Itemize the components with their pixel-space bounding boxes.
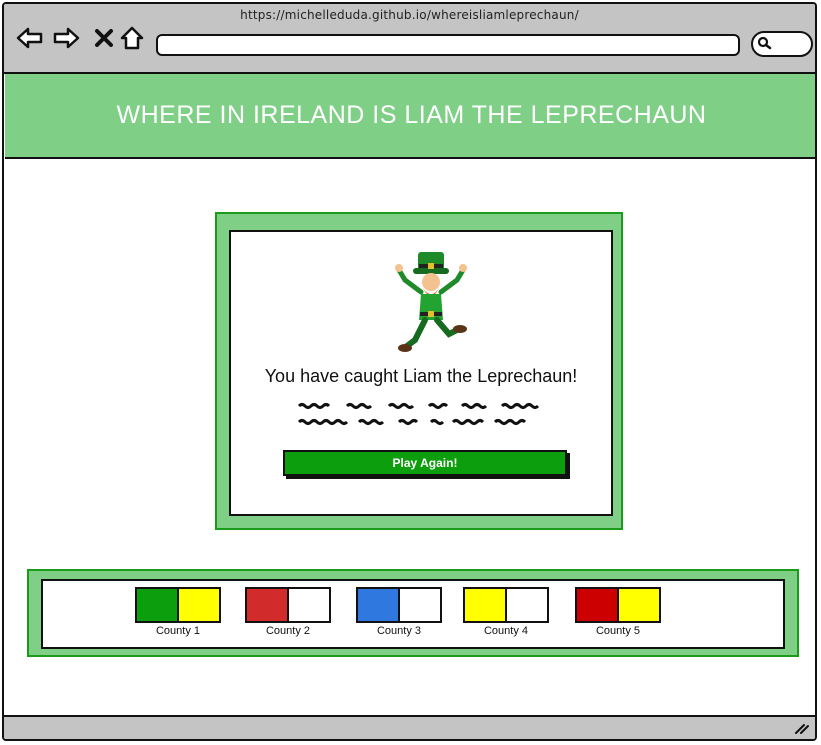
county-3[interactable]: County 3 (356, 587, 442, 637)
county-3-label: County 3 (376, 625, 422, 637)
page-title: WHERE IN IRELAND IS LIAM THE LEPRECHAUN (116, 101, 707, 129)
play-again-button[interactable]: Play Again! (283, 450, 567, 476)
url-text[interactable]: https://michelleduda.github.io/whereisli… (4, 8, 815, 22)
back-arrow-icon[interactable] (16, 24, 44, 52)
county-legend-content: County 1 County 2 County 3 County 4 Coun… (41, 579, 785, 649)
county-2-color-a (247, 589, 287, 621)
browser-toolbar: https://michelleduda.github.io/whereisli… (4, 4, 815, 74)
county-4-label: County 4 (483, 625, 529, 637)
browser-window: https://michelleduda.github.io/whereisli… (2, 2, 817, 741)
county-1-color-b (177, 589, 219, 621)
win-modal: You have caught Liam the Leprechaun! Pla… (215, 212, 623, 530)
county-5-label: County 5 (595, 625, 641, 637)
win-modal-content: You have caught Liam the Leprechaun! Pla… (229, 230, 613, 516)
county-5-color-a (577, 589, 617, 621)
county-1[interactable]: County 1 (135, 587, 221, 637)
search-icon (757, 36, 772, 50)
county-4-color-b (505, 589, 547, 621)
address-bar[interactable] (156, 34, 740, 56)
county-2-color-b (287, 589, 329, 621)
county-4-color-a (465, 589, 505, 621)
county-2[interactable]: County 2 (245, 587, 331, 637)
county-5[interactable]: County 5 (575, 587, 661, 637)
county-2-label: County 2 (265, 625, 311, 637)
county-3-swatch (356, 587, 442, 623)
win-message: You have caught Liam the Leprechaun! (264, 366, 578, 386)
county-1-swatch (135, 587, 221, 623)
county-5-color-b (617, 589, 659, 621)
close-icon[interactable] (90, 24, 118, 52)
forward-arrow-icon[interactable] (52, 24, 80, 52)
placeholder-text-line (297, 419, 527, 425)
home-icon[interactable] (118, 24, 146, 52)
county-3-color-b (398, 589, 440, 621)
placeholder-text-line (297, 403, 540, 409)
resize-grip-icon[interactable] (793, 721, 809, 735)
county-3-color-a (358, 589, 398, 621)
county-4[interactable]: County 4 (463, 587, 549, 637)
search-box[interactable] (751, 31, 813, 57)
county-legend: County 1 County 2 County 3 County 4 Coun… (27, 569, 799, 657)
county-2-swatch (245, 587, 331, 623)
leprechaun-image (395, 252, 467, 352)
county-1-color-a (137, 589, 177, 621)
county-1-label: County 1 (155, 625, 201, 637)
page-header: WHERE IN IRELAND IS LIAM THE LEPRECHAUN (5, 74, 815, 159)
county-5-swatch (575, 587, 661, 623)
county-4-swatch (463, 587, 549, 623)
status-bar (4, 715, 815, 739)
